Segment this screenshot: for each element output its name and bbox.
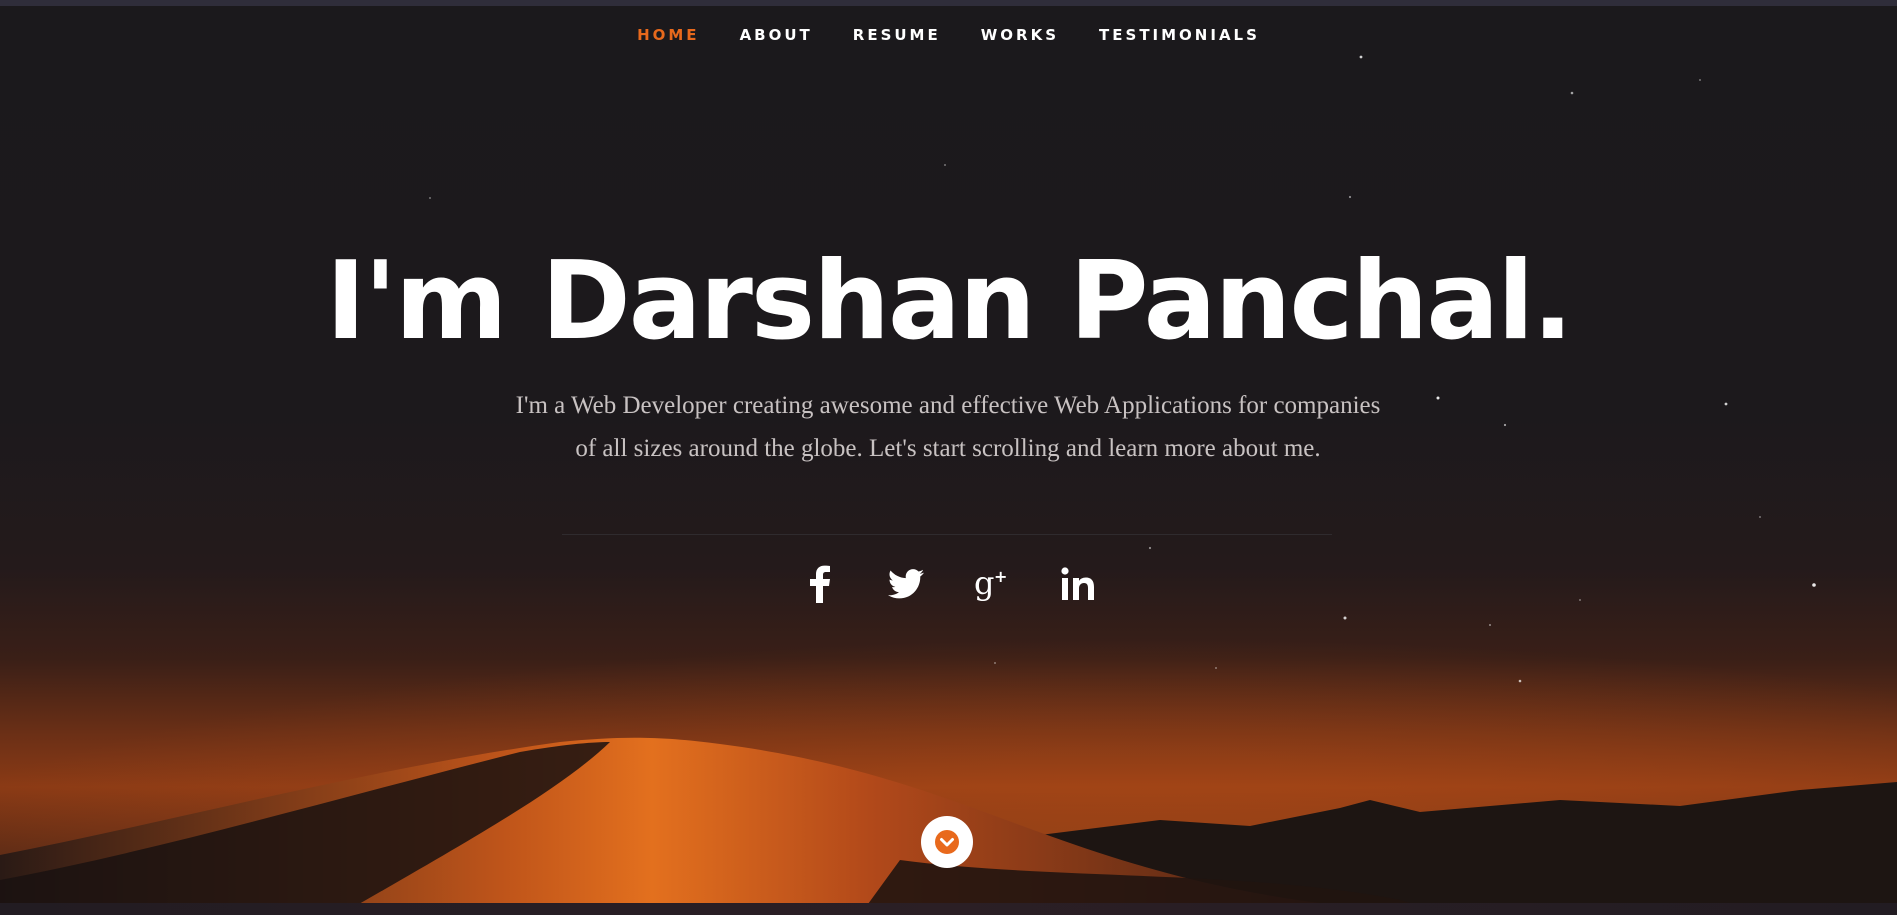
svg-text:+: + — [994, 567, 1007, 586]
svg-text:g: g — [974, 564, 994, 602]
linkedin-icon — [1060, 567, 1094, 600]
social-links: g + — [0, 560, 1897, 608]
main-nav: HOME ABOUT RESUME WORKS TESTIMONIALS — [0, 22, 1897, 48]
window-bottom-bar — [0, 903, 1897, 915]
divider — [562, 534, 1332, 535]
linkedin-link[interactable] — [1054, 560, 1102, 608]
nav-resume[interactable]: RESUME — [833, 22, 961, 48]
google-plus-link[interactable]: g + — [968, 560, 1016, 608]
hero-title: I'm Darshan Panchal. — [325, 239, 1574, 364]
hero-description: I'm a Web Developer creating awesome and… — [515, 392, 1381, 462]
scroll-down-button[interactable] — [921, 816, 973, 868]
home-section: HOME ABOUT RESUME WORKS TESTIMONIALS I'm… — [0, 0, 1897, 915]
twitter-icon — [887, 569, 924, 599]
twitter-link[interactable] — [882, 560, 930, 608]
window-top-bar — [0, 0, 1897, 6]
facebook-link[interactable] — [796, 560, 844, 608]
chevron-down-icon — [935, 830, 959, 854]
google-plus-icon: g + — [974, 564, 1007, 602]
nav-testimonials[interactable]: TESTIMONIALS — [1079, 22, 1280, 48]
nav-about[interactable]: ABOUT — [720, 22, 833, 48]
facebook-icon — [809, 565, 830, 603]
nav-works[interactable]: WORKS — [961, 22, 1079, 48]
nav-home[interactable]: HOME — [617, 22, 719, 48]
